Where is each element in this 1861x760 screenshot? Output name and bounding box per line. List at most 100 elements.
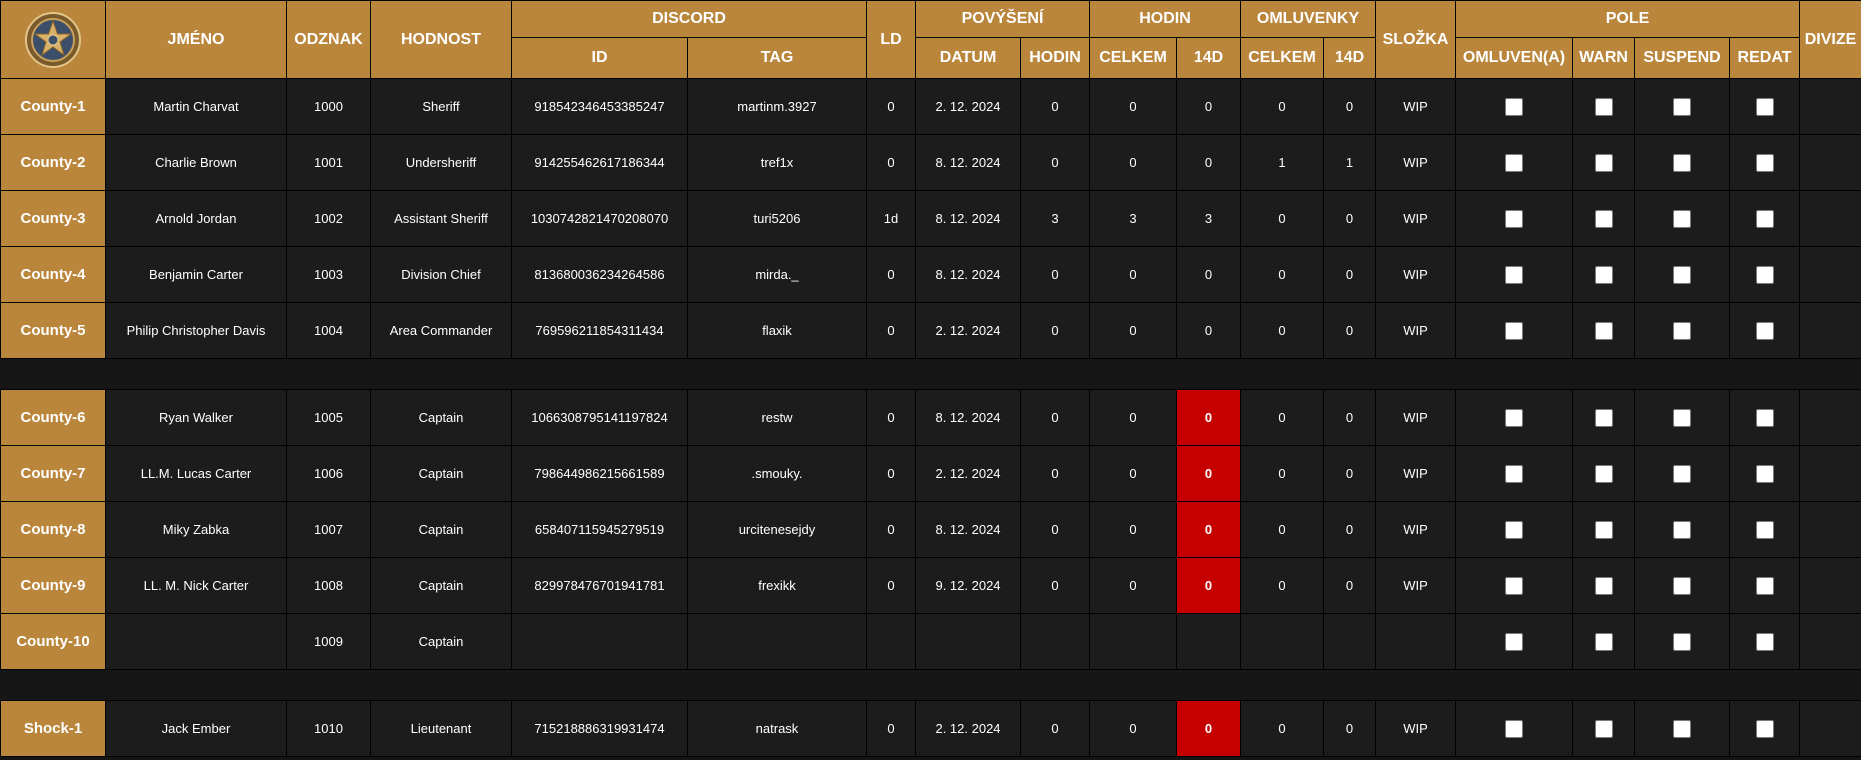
discord-tag-cell[interactable]: flaxik — [687, 302, 867, 359]
hours-14d-cell[interactable]: 3 — [1176, 190, 1241, 247]
discord-id-cell[interactable]: 769596211854311434 — [511, 302, 688, 359]
discord-id-cell[interactable]: 658407115945279519 — [511, 501, 688, 558]
ld-cell[interactable]: 0 — [866, 302, 916, 359]
folder-cell[interactable]: WIP — [1375, 134, 1457, 191]
col-badge-header[interactable]: ODZNAK — [286, 0, 371, 79]
redat-checkbox[interactable] — [1755, 321, 1774, 340]
excuses-total-cell[interactable]: 0 — [1240, 501, 1324, 558]
discord-tag-cell[interactable]: tref1x — [687, 134, 867, 191]
division-cell[interactable] — [1799, 557, 1861, 614]
promotion-date-cell[interactable]: 8. 12. 2024 — [915, 246, 1021, 303]
division-cell[interactable] — [1799, 389, 1861, 446]
col-promotion-date-header[interactable]: DATUM — [915, 37, 1021, 79]
promotion-hours-cell[interactable]: 0 — [1020, 389, 1090, 446]
hours-total-cell[interactable] — [1089, 613, 1177, 670]
hours-total-cell[interactable]: 3 — [1089, 190, 1177, 247]
excuses-14d-cell[interactable]: 0 — [1322, 700, 1377, 757]
name-cell[interactable]: Miky Zabka — [105, 501, 287, 558]
name-cell[interactable]: Benjamin Carter — [105, 246, 287, 303]
excused-checkbox[interactable] — [1505, 576, 1524, 595]
excuses-total-cell[interactable]: 0 — [1240, 302, 1324, 359]
excuses-14d-cell[interactable] — [1322, 613, 1377, 670]
discord-id-cell[interactable]: 829978476701941781 — [511, 557, 688, 614]
hours-14d-cell[interactable]: 0 — [1176, 700, 1241, 757]
rank-cell[interactable]: Captain — [370, 445, 512, 502]
warn-checkbox[interactable] — [1594, 719, 1613, 738]
hours-total-cell[interactable]: 0 — [1089, 700, 1177, 757]
excused-checkbox[interactable] — [1505, 209, 1524, 228]
hours-total-cell[interactable]: 0 — [1089, 134, 1177, 191]
promotion-date-cell[interactable]: 8. 12. 2024 — [915, 501, 1021, 558]
col-discord-tag-header[interactable]: TAG — [687, 37, 867, 79]
excused-checkbox[interactable] — [1505, 97, 1524, 116]
promotion-date-cell[interactable]: 2. 12. 2024 — [915, 302, 1021, 359]
discord-tag-cell[interactable]: mirda._ — [687, 246, 867, 303]
warn-checkbox[interactable] — [1594, 265, 1613, 284]
name-cell[interactable]: LL. M. Nick Carter — [105, 557, 287, 614]
folder-cell[interactable]: WIP — [1375, 389, 1457, 446]
division-cell[interactable] — [1799, 246, 1861, 303]
discord-tag-cell[interactable] — [687, 613, 867, 670]
redat-checkbox[interactable] — [1755, 408, 1774, 427]
hours-total-cell[interactable]: 0 — [1089, 389, 1177, 446]
excuses-14d-cell[interactable]: 0 — [1322, 78, 1377, 135]
promotion-date-cell[interactable]: 2. 12. 2024 — [915, 445, 1021, 502]
ld-cell[interactable]: 0 — [866, 78, 916, 135]
badge-number-cell[interactable]: 1007 — [286, 501, 371, 558]
rank-cell[interactable]: Division Chief — [370, 246, 512, 303]
hours-total-cell[interactable]: 0 — [1089, 78, 1177, 135]
hours-14d-cell[interactable]: 0 — [1176, 134, 1241, 191]
badge-number-cell[interactable]: 1006 — [286, 445, 371, 502]
excused-checkbox[interactable] — [1505, 153, 1524, 172]
ld-cell[interactable]: 0 — [866, 445, 916, 502]
ld-cell[interactable]: 0 — [866, 389, 916, 446]
hours-total-cell[interactable]: 0 — [1089, 445, 1177, 502]
redat-checkbox[interactable] — [1755, 520, 1774, 539]
promotion-date-cell[interactable]: 8. 12. 2024 — [915, 389, 1021, 446]
badge-number-cell[interactable]: 1000 — [286, 78, 371, 135]
col-discord-id-header[interactable]: ID — [511, 37, 688, 79]
badge-number-cell[interactable]: 1009 — [286, 613, 371, 670]
hours-total-cell[interactable]: 0 — [1089, 302, 1177, 359]
suspend-checkbox[interactable] — [1673, 576, 1692, 595]
col-warn-header[interactable]: WARN — [1572, 37, 1636, 79]
badge-number-cell[interactable]: 1008 — [286, 557, 371, 614]
excuses-total-cell[interactable]: 0 — [1240, 700, 1324, 757]
promotion-date-cell[interactable]: 8. 12. 2024 — [915, 134, 1021, 191]
hours-total-cell[interactable]: 0 — [1089, 557, 1177, 614]
promotion-date-cell[interactable]: 2. 12. 2024 — [915, 700, 1021, 757]
redat-checkbox[interactable] — [1755, 209, 1774, 228]
col-hours-14d-header[interactable]: 14D — [1176, 37, 1241, 79]
folder-cell[interactable]: WIP — [1375, 246, 1457, 303]
promotion-hours-cell[interactable]: 0 — [1020, 700, 1090, 757]
excused-checkbox[interactable] — [1505, 265, 1524, 284]
excuses-14d-cell[interactable]: 0 — [1322, 302, 1377, 359]
rank-cell[interactable]: Captain — [370, 557, 512, 614]
col-ld-header[interactable]: LD — [866, 0, 916, 79]
col-rank-header[interactable]: HODNOST — [370, 0, 512, 79]
rank-cell[interactable]: Sheriff — [370, 78, 512, 135]
excuses-14d-cell[interactable]: 0 — [1322, 190, 1377, 247]
discord-tag-cell[interactable]: .smouky. — [687, 445, 867, 502]
division-cell[interactable] — [1799, 445, 1861, 502]
promotion-hours-cell[interactable] — [1020, 613, 1090, 670]
name-cell[interactable]: Martin Charvat — [105, 78, 287, 135]
redat-checkbox[interactable] — [1755, 719, 1774, 738]
discord-id-cell[interactable]: 715218886319931474 — [511, 700, 688, 757]
division-cell[interactable] — [1799, 78, 1861, 135]
badge-number-cell[interactable]: 1010 — [286, 700, 371, 757]
suspend-checkbox[interactable] — [1673, 632, 1692, 651]
name-cell[interactable]: Philip Christopher Davis — [105, 302, 287, 359]
warn-checkbox[interactable] — [1594, 408, 1613, 427]
folder-cell[interactable]: WIP — [1375, 700, 1457, 757]
col-division-header[interactable]: DIVIZE — [1799, 0, 1861, 79]
excuses-total-cell[interactable]: 0 — [1240, 78, 1324, 135]
redat-checkbox[interactable] — [1755, 576, 1774, 595]
division-cell[interactable] — [1799, 501, 1861, 558]
folder-cell[interactable]: WIP — [1375, 501, 1457, 558]
excused-checkbox[interactable] — [1505, 719, 1524, 738]
promotion-hours-cell[interactable]: 0 — [1020, 246, 1090, 303]
excuses-total-cell[interactable]: 0 — [1240, 445, 1324, 502]
promotion-hours-cell[interactable]: 0 — [1020, 134, 1090, 191]
promotion-date-cell[interactable]: 9. 12. 2024 — [915, 557, 1021, 614]
